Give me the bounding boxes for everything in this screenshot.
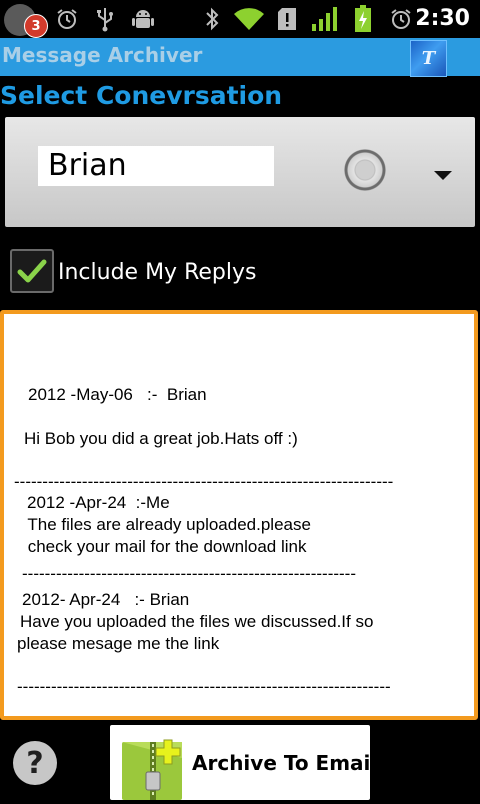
message-line: please mesage me the link xyxy=(17,634,220,653)
wifi-icon xyxy=(232,5,266,33)
section-heading: Select Conevrsation xyxy=(0,81,283,110)
help-button[interactable]: ? xyxy=(13,741,57,785)
message-separator: ----------------------------------------… xyxy=(22,564,357,583)
help-icon: ? xyxy=(26,745,44,781)
message-line: 2012 -May-06 :- Brian xyxy=(28,385,207,404)
app-logo-text: T xyxy=(421,48,436,69)
alarm-icon xyxy=(54,5,80,33)
signal-icon xyxy=(310,5,340,33)
bluetooth-icon xyxy=(200,5,224,33)
archive-zipper-icon xyxy=(120,738,184,800)
message-line: Have you uploaded the files we discussed… xyxy=(20,612,374,631)
clock: 2:30 xyxy=(415,6,470,31)
usb-icon xyxy=(92,5,118,33)
notification-count-badge: 3 xyxy=(24,14,48,38)
alarm-icon xyxy=(388,5,414,33)
app-logo-icon: T xyxy=(410,40,447,77)
message-line: check your mail for the download link xyxy=(23,537,307,556)
message-line: 2012 -Apr-24 :-Me xyxy=(27,493,170,512)
message-separator: ----------------------------------------… xyxy=(17,677,391,696)
message-separator: ----------------------------------------… xyxy=(14,472,394,491)
battery-charging-icon xyxy=(352,5,374,33)
message-line: 2012- Apr-24 :- Brian xyxy=(22,590,190,609)
include-replies-checkbox[interactable] xyxy=(10,249,54,293)
title-bar: Message Archiver xyxy=(0,38,480,76)
message-line: Hi Bob you did a great job.Hats off :) xyxy=(24,429,298,448)
checkmark-icon xyxy=(17,259,47,283)
message-line: The files are already uploaded.please xyxy=(23,515,311,534)
android-debug-icon xyxy=(130,5,156,33)
archive-to-email-label: Archive To Email xyxy=(192,751,378,775)
app-title: Message Archiver xyxy=(2,43,203,67)
conversation-selected-value[interactable]: Brian xyxy=(38,146,274,186)
radio-button[interactable] xyxy=(344,149,386,191)
chevron-down-icon[interactable] xyxy=(434,171,452,180)
sd-card-warning-icon xyxy=(276,5,298,33)
status-bar: 3 2:30 xyxy=(0,0,480,38)
include-replies-label: Include My Replys xyxy=(58,260,257,285)
